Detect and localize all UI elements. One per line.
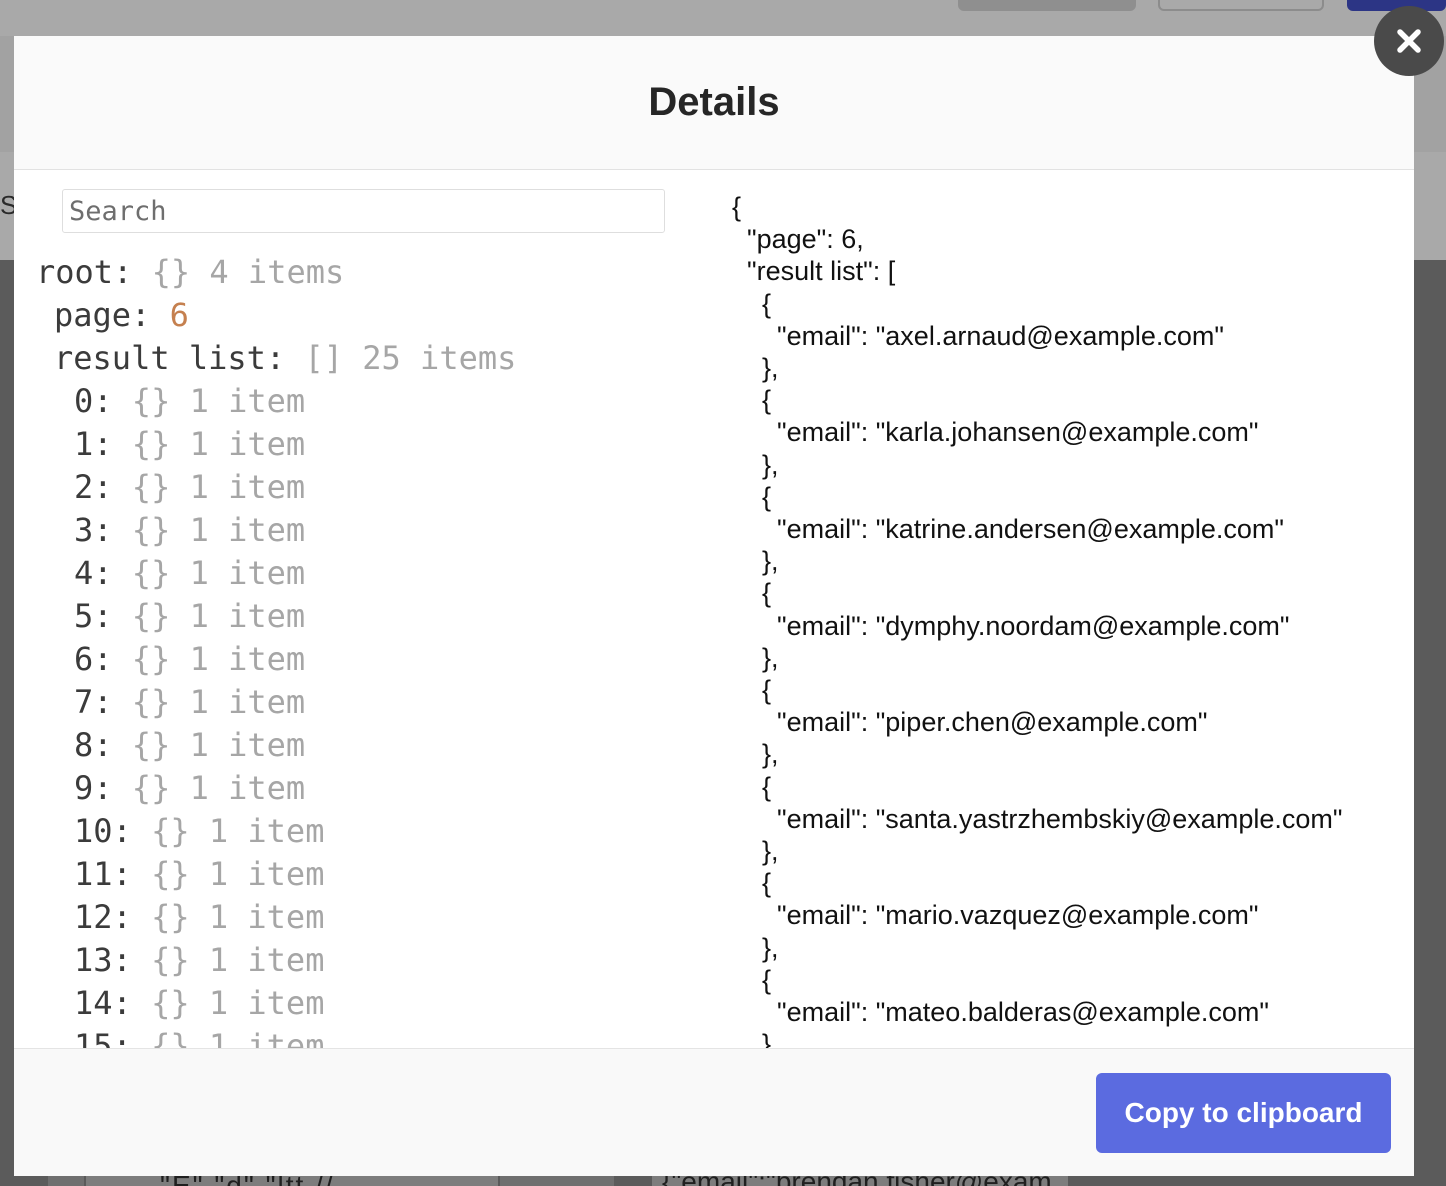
raw-json-line: "email": "santa.yastrzhembskiy@example.c… [732, 803, 1343, 834]
raw-json-line: { [732, 192, 742, 222]
details-modal: Details root: {} 4 items page: 6 result … [14, 36, 1414, 1176]
tree-node-item[interactable]: 12: {} 1 item [36, 896, 516, 939]
raw-json-line: { [732, 868, 772, 899]
background-button [958, 0, 1136, 11]
raw-json-line: { [732, 771, 772, 802]
raw-json-line: { [732, 675, 772, 706]
tree-key: 1: [74, 425, 113, 463]
tree-meta: {} 1 item [131, 640, 306, 678]
tree-key: root: [36, 253, 133, 291]
raw-json-line: "email": "katrine.andersen@example.com" [732, 514, 1284, 545]
json-tree-viewer: root: {} 4 items page: 6 result list: []… [36, 251, 516, 1048]
raw-json-line: "email": "axel.arnaud@example.com" [732, 320, 1224, 351]
tree-meta: {} 1 item [151, 941, 325, 979]
tree-node-item[interactable]: 0: {} 1 item [36, 380, 516, 423]
modal-body: root: {} 4 items page: 6 result list: []… [14, 171, 1414, 1048]
raw-json-view: { "page": 6, "result list": [ { "email":… [732, 191, 1342, 1048]
tree-meta: {} 1 item [151, 855, 325, 893]
tree-node-item[interactable]: 8: {} 1 item [36, 724, 516, 767]
raw-json-line: }, [732, 1029, 779, 1048]
tree-meta: {} 1 item [151, 1027, 325, 1048]
tree-key: 6: [74, 640, 113, 678]
tree-key: 13: [74, 941, 132, 979]
tree-node-item[interactable]: 9: {} 1 item [36, 767, 516, 810]
tree-key: 7: [74, 683, 113, 721]
tree-key: 15: [74, 1027, 132, 1048]
tree-meta: {} 1 item [131, 511, 306, 549]
tree-node-item[interactable]: 1: {} 1 item [36, 423, 516, 466]
tree-node-item[interactable]: 4: {} 1 item [36, 552, 516, 595]
tree-meta: {} 1 item [151, 898, 325, 936]
copy-to-clipboard-button[interactable]: Copy to clipboard [1096, 1073, 1391, 1153]
tree-node-item[interactable]: 10: {} 1 item [36, 810, 516, 853]
tree-meta: {} 1 item [131, 554, 306, 592]
tree-key: 8: [74, 726, 113, 764]
tree-value: 6 [169, 296, 189, 334]
tree-meta: {} 1 item [131, 769, 306, 807]
raw-json-line: "email": "mateo.balderas@example.com" [732, 997, 1269, 1028]
tree-meta: {} 1 item [131, 597, 306, 635]
tree-meta: {} 1 item [131, 382, 306, 420]
raw-json-line: { [732, 964, 772, 995]
tree-key: 14: [74, 984, 132, 1022]
raw-json-line: { [732, 385, 772, 416]
modal-footer: Copy to clipboard [14, 1048, 1414, 1176]
tree-node-item[interactable]: 15: {} 1 item [36, 1025, 516, 1048]
raw-json-line: }, [732, 739, 779, 770]
tree-node-page[interactable]: page: 6 [36, 294, 516, 337]
tree-node-item[interactable]: 14: {} 1 item [36, 982, 516, 1025]
background-outline-button [1158, 0, 1324, 11]
modal-header: Details [14, 36, 1414, 170]
tree-meta: {} 1 item [151, 812, 325, 850]
tree-meta: {} 4 items [151, 253, 345, 291]
raw-json-line: { [732, 481, 772, 512]
raw-json-line: { [732, 288, 772, 319]
tree-node-item[interactable]: 6: {} 1 item [36, 638, 516, 681]
tree-node-item[interactable]: 5: {} 1 item [36, 595, 516, 638]
tree-items: 0: {} 1 item 1: {} 1 item 2: {} 1 item 3: {… [36, 380, 516, 1048]
tree-key: 11: [74, 855, 132, 893]
tree-key: 2: [74, 468, 113, 506]
raw-json-line: }, [732, 353, 779, 384]
raw-json-line: "email": "mario.vazquez@example.com" [732, 900, 1259, 931]
tree-meta: {} 1 item [131, 726, 306, 764]
tree-key: page: [54, 296, 151, 334]
tree-key: 3: [74, 511, 113, 549]
tree-key: 5: [74, 597, 113, 635]
raw-json-line: }, [732, 932, 779, 963]
raw-json-line: "page": 6, [732, 224, 864, 255]
modal-title: Details [648, 80, 780, 124]
tree-node-item[interactable]: 7: {} 1 item [36, 681, 516, 724]
raw-json-line: }, [732, 836, 779, 867]
tree-key: 0: [74, 382, 113, 420]
raw-json-line: "email": "dymphy.noordam@example.com" [732, 610, 1290, 641]
tree-node-item[interactable]: 13: {} 1 item [36, 939, 516, 982]
tree-meta: {} 1 item [151, 984, 325, 1022]
tree-node-result-list[interactable]: result list: [] 25 items [36, 337, 516, 380]
tree-node-item[interactable]: 2: {} 1 item [36, 466, 516, 509]
tree-meta: [] 25 items [304, 339, 517, 377]
raw-json-line: { [732, 578, 772, 609]
raw-json-line: }, [732, 642, 779, 673]
tree-meta: {} 1 item [131, 683, 306, 721]
tree-meta: {} 1 item [131, 468, 306, 506]
raw-json-line: }, [732, 546, 779, 577]
raw-json-line: "result list": [ [732, 256, 896, 287]
tree-node-item[interactable]: 11: {} 1 item [36, 853, 516, 896]
tree-key: 10: [74, 812, 132, 850]
close-icon [1397, 29, 1421, 53]
tree-key: result list: [54, 339, 286, 377]
tree-key: 9: [74, 769, 113, 807]
tree-meta: {} 1 item [131, 425, 306, 463]
tree-key: 4: [74, 554, 113, 592]
search-input[interactable] [62, 189, 665, 233]
tree-node-root[interactable]: root: {} 4 items [36, 251, 516, 294]
close-button[interactable] [1374, 6, 1444, 76]
raw-json-line: "email": "piper.chen@example.com" [732, 707, 1208, 738]
tree-node-item[interactable]: 3: {} 1 item [36, 509, 516, 552]
raw-json-line: "email": "karla.johansen@example.com" [732, 417, 1259, 448]
raw-json-line: }, [732, 449, 779, 480]
tree-key: 12: [74, 898, 132, 936]
